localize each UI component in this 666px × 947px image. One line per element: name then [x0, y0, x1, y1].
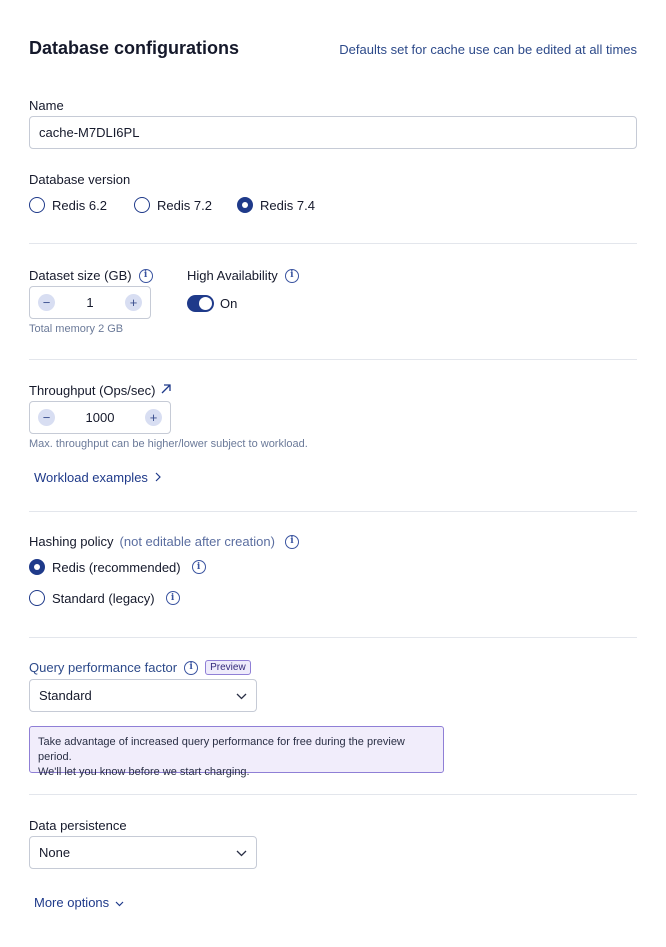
query-performance-label: Query performance factor — [29, 660, 178, 675]
preview-badge: Preview — [205, 660, 251, 675]
name-label: Name — [29, 98, 64, 113]
notice-line: We'll let you know before we start charg… — [38, 766, 250, 778]
radio-label: Redis 6.2 — [52, 197, 107, 213]
dataset-size-label-row: Dataset size (GB) i — [29, 268, 153, 283]
info-icon[interactable]: i — [138, 268, 153, 283]
more-options-label: More options — [34, 895, 110, 910]
minus-icon[interactable]: − — [38, 409, 55, 426]
divider — [29, 637, 637, 638]
workload-examples-label: Workload examples — [34, 470, 148, 485]
high-availability-toggle[interactable] — [187, 295, 214, 312]
query-performance-label-row: Query performance factor i Preview — [29, 660, 251, 675]
radio-redis-6-2[interactable]: Redis 6.2 — [29, 197, 107, 213]
hashing-policy-label-row: Hashing policy (not editable after creat… — [29, 534, 299, 549]
hashing-policy-label: Hashing policy — [29, 534, 114, 549]
chevron-right-icon — [154, 470, 162, 485]
divider — [29, 794, 637, 795]
high-availability-label-row: High Availability i — [187, 268, 299, 283]
divider — [29, 511, 637, 512]
high-availability-toggle-row: On — [187, 295, 237, 312]
minus-icon[interactable]: − — [38, 294, 55, 311]
workload-examples-link[interactable]: Workload examples — [34, 470, 162, 485]
high-availability-label: High Availability — [187, 268, 278, 283]
dataset-size-label: Dataset size (GB) — [29, 268, 132, 283]
throughput-helper: Max. throughput can be higher/lower subj… — [29, 438, 308, 450]
chevron-down-icon — [236, 688, 247, 703]
radio-button-icon — [29, 590, 45, 606]
throughput-value[interactable]: 1000 — [86, 410, 115, 425]
radio-redis-7-4[interactable]: Redis 7.4 — [237, 197, 315, 213]
throughput-label-row: Throughput (Ops/sec) — [29, 383, 172, 398]
select-value: Standard — [39, 688, 92, 703]
radio-label: Redis (recommended) — [52, 559, 181, 575]
info-icon[interactable]: i — [284, 268, 299, 283]
chevron-down-icon — [236, 845, 247, 860]
plus-icon[interactable]: + — [144, 409, 162, 426]
divider — [29, 243, 637, 244]
radio-button-icon — [29, 197, 45, 213]
throughput-stepper: − 1000 + — [29, 401, 171, 434]
info-icon[interactable]: i — [165, 591, 180, 605]
data-persistence-select[interactable]: None — [29, 836, 257, 869]
chevron-down-icon — [115, 895, 124, 910]
toggle-state-label: On — [220, 296, 238, 311]
plus-icon[interactable]: + — [124, 294, 142, 311]
external-link-icon[interactable] — [160, 383, 172, 398]
notice-line: Take advantage of increased query perfor… — [38, 736, 405, 763]
query-performance-select[interactable]: Standard — [29, 679, 257, 712]
dataset-size-value[interactable]: 1 — [86, 295, 93, 310]
page-title: Database configurations — [29, 38, 240, 58]
hashing-policy-note: (not editable after creation) — [119, 534, 275, 549]
radio-hashing-standard[interactable]: Standard (legacy) i — [29, 590, 180, 606]
name-input[interactable]: cache-M7DLI6PL — [29, 116, 637, 149]
radio-button-icon — [134, 197, 150, 213]
database-version-label: Database version — [29, 172, 131, 187]
radio-label: Redis 7.4 — [260, 197, 315, 213]
radio-button-selected-icon — [237, 197, 253, 213]
divider — [29, 359, 637, 360]
defaults-hint: Defaults set for cache use can be edited… — [339, 42, 637, 57]
radio-label: Redis 7.2 — [157, 197, 212, 213]
throughput-label: Throughput (Ops/sec) — [29, 383, 156, 398]
radio-button-selected-icon — [29, 559, 45, 575]
radio-hashing-redis[interactable]: Redis (recommended) i — [29, 559, 206, 575]
more-options-link[interactable]: More options — [34, 895, 124, 910]
total-memory-helper: Total memory 2 GB — [29, 323, 124, 335]
info-icon[interactable]: i — [284, 534, 299, 549]
dataset-size-stepper: − 1 + — [29, 286, 151, 319]
select-value: None — [39, 845, 71, 860]
info-icon[interactable]: i — [191, 560, 206, 574]
info-icon[interactable]: i — [184, 660, 199, 675]
preview-notice: Take advantage of increased query perfor… — [29, 726, 444, 778]
radio-label: Standard (legacy) — [52, 590, 155, 606]
data-persistence-label: Data persistence — [29, 818, 127, 833]
radio-redis-7-2[interactable]: Redis 7.2 — [134, 197, 212, 213]
